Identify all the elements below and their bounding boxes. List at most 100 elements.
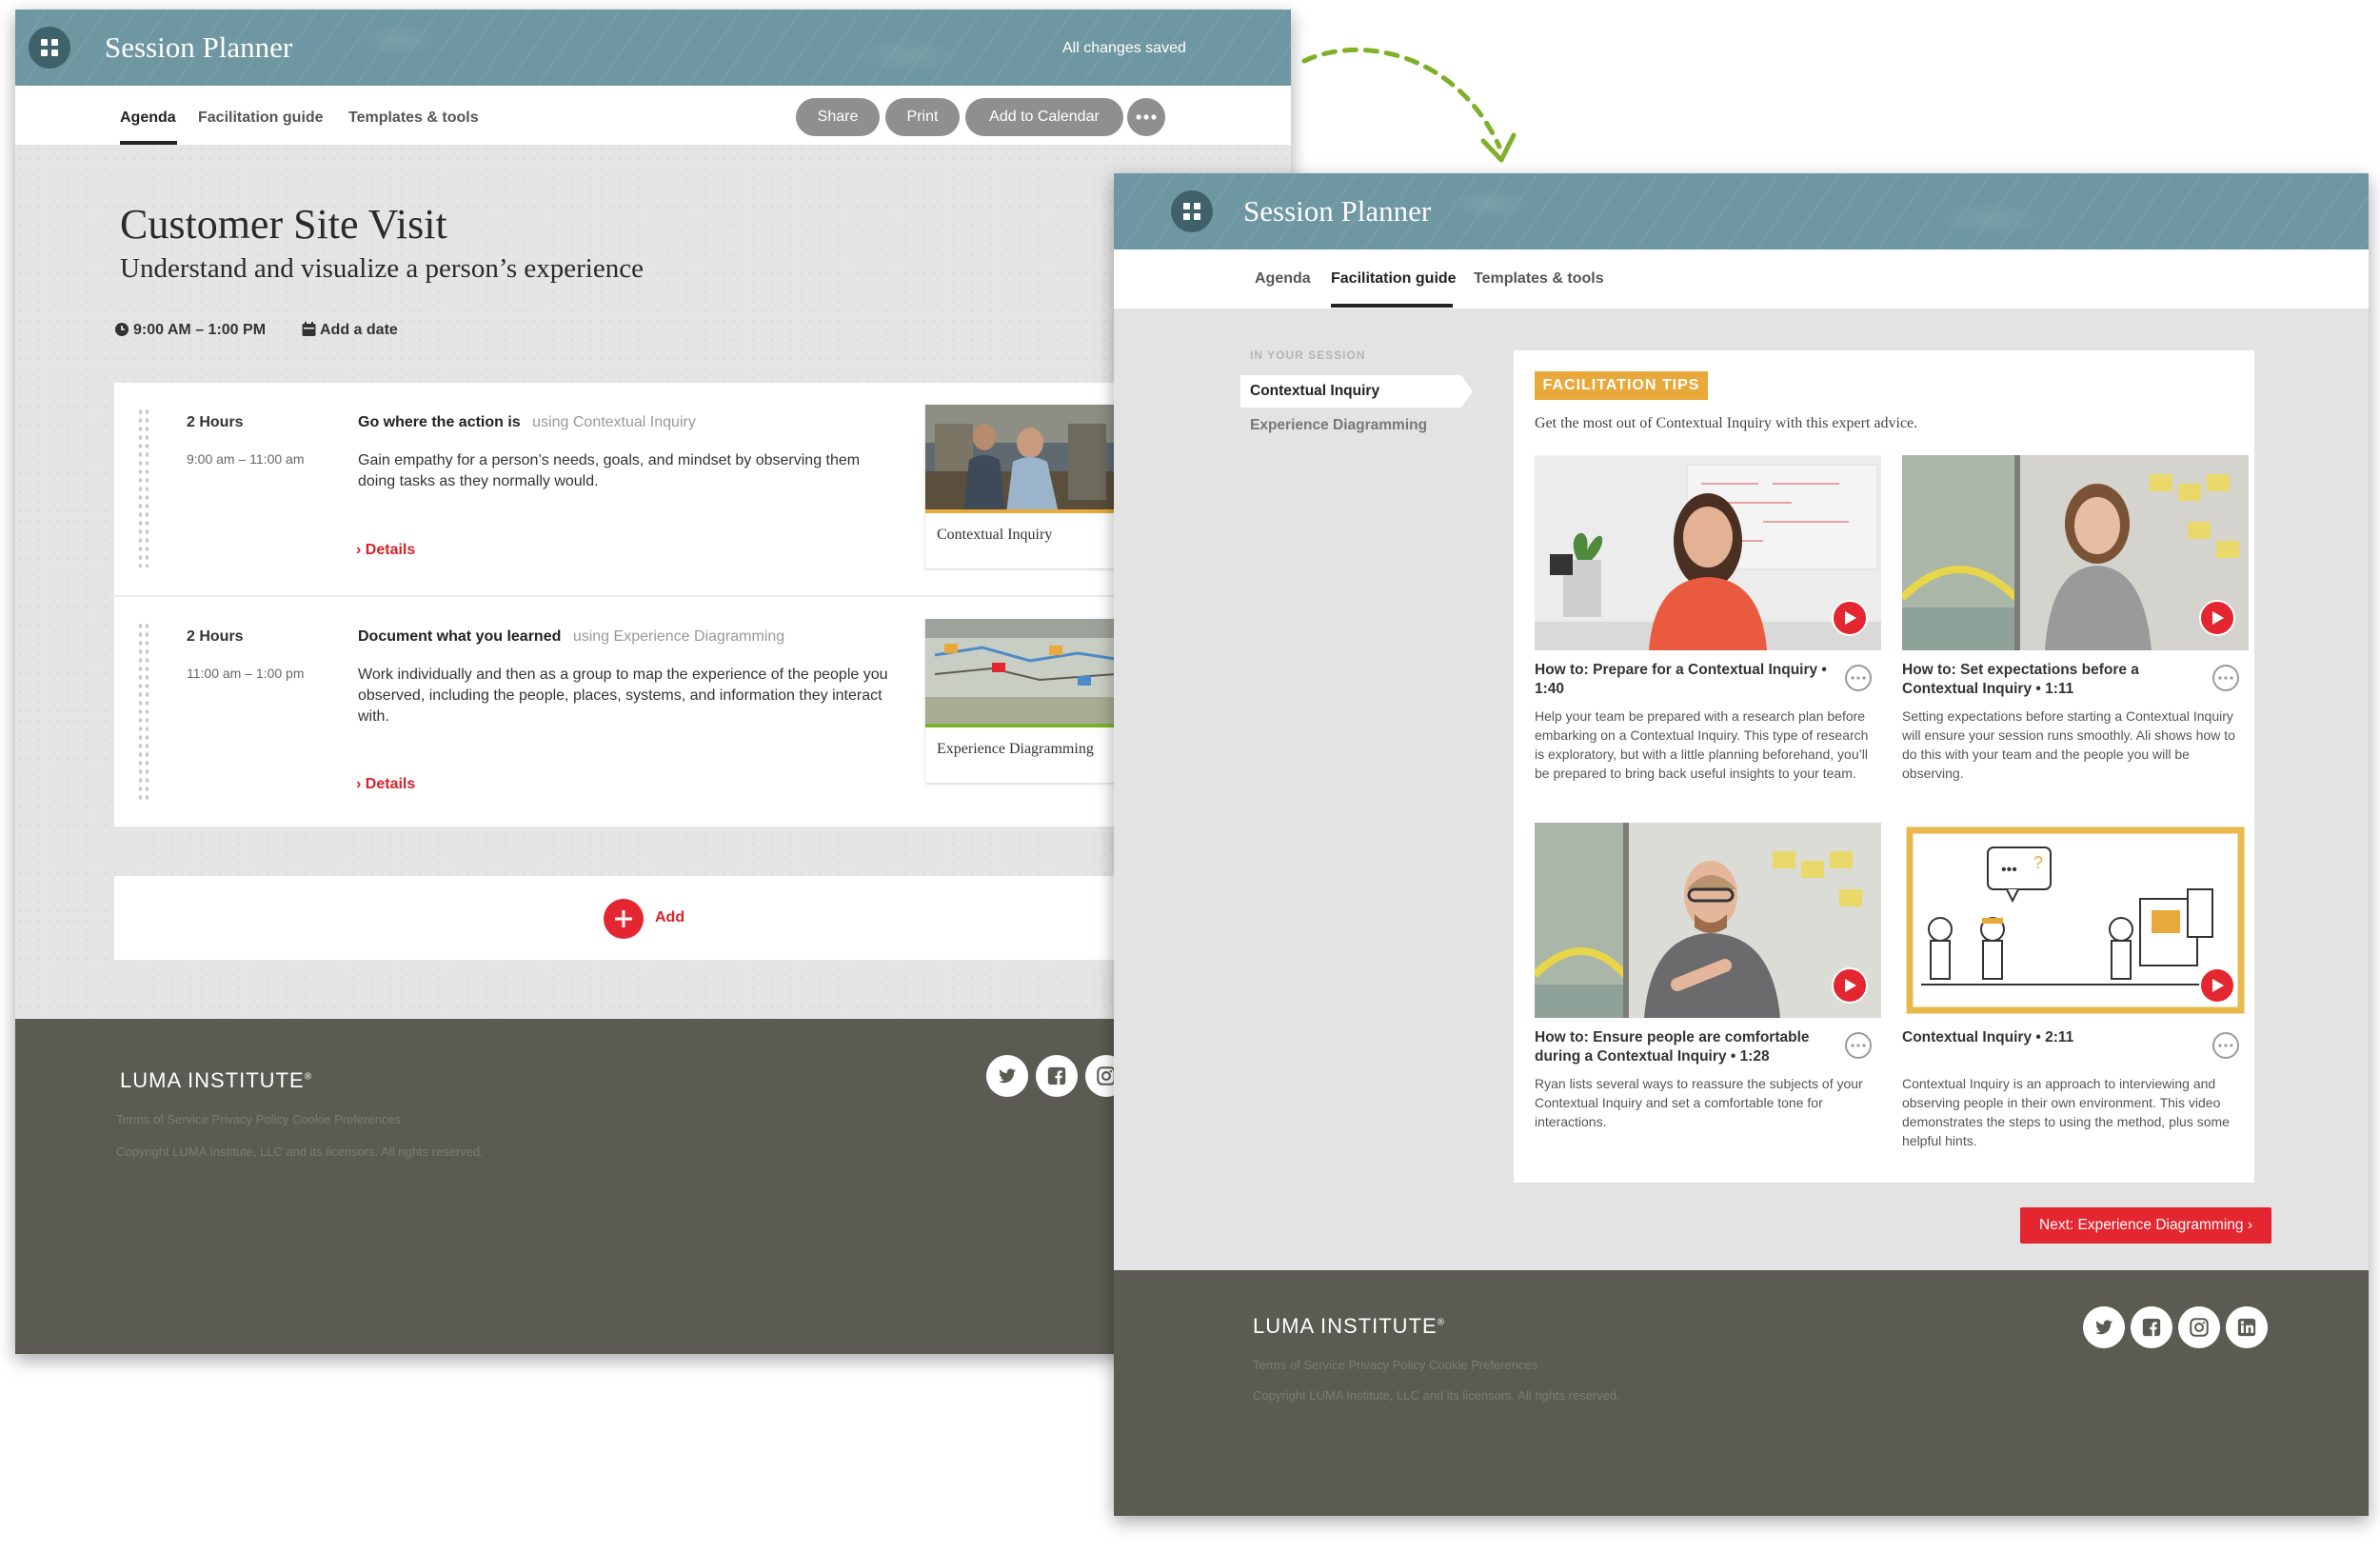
video-title-row[interactable]: How to: Ensure people are comfortable du… [1535, 1028, 1830, 1066]
item-duration: 2 Hours [187, 414, 244, 430]
session-title[interactable]: Customer Site Visit [120, 200, 447, 249]
ellipsis-icon [2218, 676, 2233, 680]
svg-text:?: ? [2033, 853, 2043, 872]
video-more-button[interactable] [1845, 1032, 1872, 1059]
video-duration: 1:11 [2045, 681, 2074, 697]
footer-links: Terms of Service Privacy Policy Cookie P… [1253, 1358, 1537, 1372]
tab-agenda[interactable]: Agenda [120, 110, 176, 127]
clock-icon [115, 323, 129, 336]
play-button[interactable] [1832, 967, 1868, 1004]
add-to-calendar-button[interactable]: Add to Calendar [965, 98, 1123, 136]
facebook-icon[interactable] [1036, 1055, 1078, 1097]
footer-links: Terms of Service Privacy Policy Cookie P… [116, 1112, 401, 1126]
copyright: Copyright LUMA Institute, LLC and its li… [116, 1145, 484, 1159]
play-button[interactable] [1832, 600, 1868, 636]
privacy-link[interactable]: Privacy Policy [1348, 1358, 1425, 1372]
sidebar-item-label: Contextual Inquiry [1250, 383, 1380, 399]
tab-templates-tools[interactable]: Templates & tools [1474, 270, 1604, 288]
thumbnail-caption: Contextual Inquiry [937, 527, 1053, 543]
add-plus-icon[interactable] [604, 899, 644, 939]
illustration-thumbnail: ••• ? [1906, 826, 2245, 1014]
item-heading: Go where the action is [358, 414, 521, 430]
linkedin-icon[interactable] [2226, 1306, 2268, 1348]
item-heading: Document what you learned [358, 628, 562, 645]
more-options-button[interactable] [1127, 98, 1165, 136]
cookie-link[interactable]: Cookie Preferences [1429, 1358, 1537, 1372]
drag-handle[interactable] [137, 408, 150, 567]
ellipsis-icon [1136, 114, 1157, 120]
cookie-link[interactable]: Cookie Preferences [292, 1112, 401, 1126]
item-method[interactable]: Experience Diagramming [614, 628, 785, 645]
presenter-photo [1535, 823, 1881, 1018]
tips-intro: Get the most out of Contextual Inquiry w… [1535, 415, 1918, 431]
share-button[interactable]: Share [796, 98, 880, 136]
sidebar-item-contextual-inquiry[interactable]: Contextual Inquiry [1240, 375, 1473, 408]
using-label: using [532, 414, 569, 430]
sidebar-item-experience-diagramming[interactable]: Experience Diagramming [1250, 417, 1427, 434]
play-button[interactable] [2199, 600, 2235, 636]
site-footer: LUMA INSTITUTE® Terms of Service Privacy… [1114, 1270, 2369, 1516]
terms-link[interactable]: Terms of Service [1253, 1358, 1345, 1372]
details-label: Details [365, 776, 416, 792]
details-link[interactable]: › Details [356, 542, 415, 559]
facebook-icon[interactable] [2131, 1306, 2172, 1348]
twitter-icon[interactable] [986, 1055, 1028, 1097]
app-title: Session Planner [105, 30, 293, 64]
video-more-button[interactable] [2212, 665, 2239, 691]
session-subtitle[interactable]: Understand and visualize a person’s expe… [120, 253, 644, 285]
active-tab-indicator [1331, 304, 1453, 308]
luma-logo[interactable]: LUMA INSTITUTE® [1253, 1314, 1445, 1339]
print-button[interactable]: Print [885, 98, 960, 136]
video-thumbnail[interactable]: ••• ? [1902, 823, 2249, 1018]
presenter-photo [1535, 455, 1881, 650]
apps-grid-icon[interactable] [29, 27, 70, 69]
app-header: Session Planner All changes saved [15, 10, 1291, 86]
apps-grid-icon[interactable] [1171, 190, 1213, 232]
video-thumbnail[interactable] [1535, 455, 1881, 650]
drag-handle[interactable] [137, 622, 150, 803]
agenda-window: Session Planner All changes saved Agenda… [15, 10, 1291, 1354]
next-method-button[interactable]: Next: Experience Diagramming › [2020, 1207, 2271, 1244]
details-link[interactable]: › Details [356, 776, 415, 793]
video-more-button[interactable] [2212, 1032, 2239, 1059]
video-title-row[interactable]: How to: Set expectations before a Contex… [1902, 661, 2188, 699]
item-time-range: 9:00 am – 11:00 am [187, 451, 305, 467]
details-label: Details [365, 542, 416, 558]
contextual-inquiry-photo [925, 405, 1116, 513]
instagram-icon[interactable] [2178, 1306, 2220, 1348]
chevron-right-icon: › [2247, 1217, 2252, 1233]
item-duration: 2 Hours [187, 628, 244, 645]
luma-logo[interactable]: LUMA INSTITUTE® [120, 1068, 312, 1093]
twitter-icon[interactable] [2083, 1306, 2125, 1348]
terms-link[interactable]: Terms of Service [116, 1112, 208, 1126]
session-time[interactable]: 9:00 AM – 1:00 PM [133, 322, 266, 339]
method-thumbnail[interactable]: Experience Diagramming [925, 619, 1116, 783]
brand-mark: ® [304, 1071, 313, 1083]
add-label[interactable]: Add [655, 909, 684, 926]
method-thumbnail[interactable]: Contextual Inquiry [925, 405, 1116, 568]
brand-name: LUMA INSTITUTE [1253, 1314, 1438, 1338]
video-title: How to: Prepare for a Contextual Inquiry [1535, 662, 1818, 678]
video-description: Ryan lists several ways to reassure the … [1535, 1076, 1863, 1129]
facilitation-tips-badge: FACILITATION TIPS [1535, 371, 1708, 400]
play-button[interactable] [2199, 967, 2235, 1004]
item-description: Work individually and then as a group to… [358, 667, 888, 725]
video-thumbnail[interactable] [1535, 823, 1881, 1018]
video-description: Contextual Inquiry is an approach to int… [1902, 1076, 2230, 1148]
video-title-row[interactable]: Contextual Inquiry • 2:11 [1902, 1028, 2188, 1047]
tab-facilitation-guide[interactable]: Facilitation guide [198, 110, 324, 127]
video-more-button[interactable] [1845, 665, 1872, 691]
item-method[interactable]: Contextual Inquiry [573, 414, 696, 430]
facilitation-tips-panel: FACILITATION TIPS Get the most out of Co… [1514, 350, 2254, 1183]
tab-templates-tools[interactable]: Templates & tools [348, 110, 479, 127]
video-title-row[interactable]: How to: Prepare for a Contextual Inquiry… [1535, 661, 1830, 699]
tab-facilitation-guide[interactable]: Facilitation guide [1331, 270, 1457, 288]
tab-agenda[interactable]: Agenda [1255, 270, 1311, 288]
active-pointer [1461, 375, 1473, 408]
video-duration: 2:11 [2045, 1029, 2074, 1045]
video-thumbnail[interactable] [1902, 455, 2249, 650]
video-title: How to: Set expectations before a Contex… [1902, 662, 2139, 697]
video-title: Contextual Inquiry [1902, 1029, 2033, 1045]
privacy-link[interactable]: Privacy Policy [211, 1112, 288, 1126]
add-date-link[interactable]: Add a date [320, 322, 398, 339]
